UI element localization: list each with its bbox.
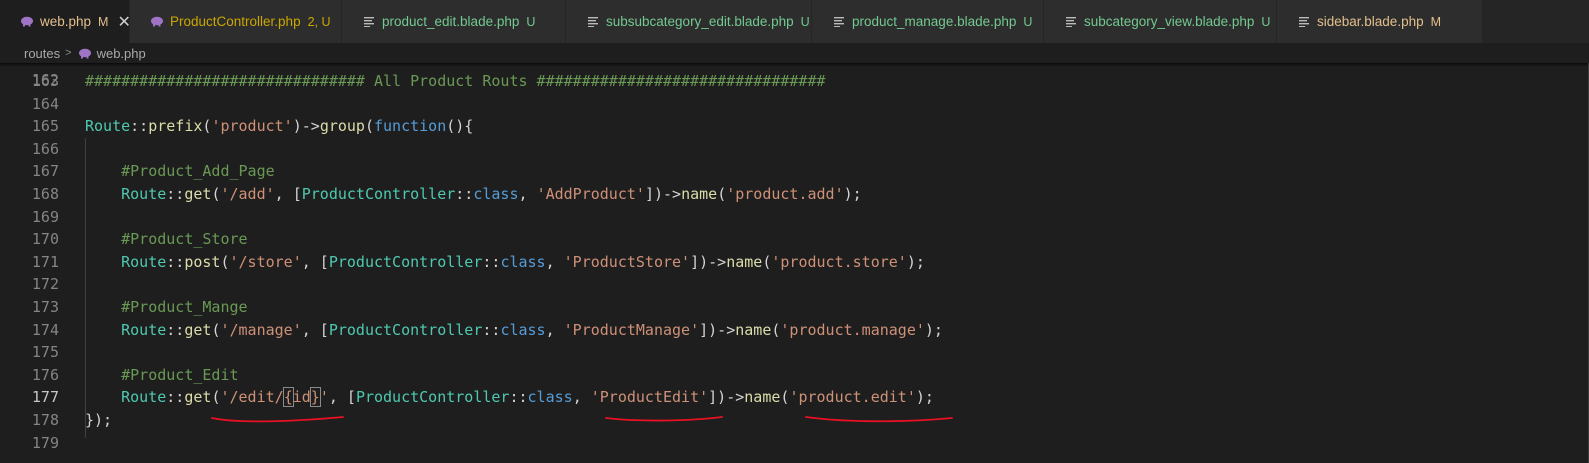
red-underline-mark xyxy=(211,416,344,423)
red-underline-mark xyxy=(805,416,953,423)
red-underline-annotations xyxy=(211,416,953,423)
red-underline-mark xyxy=(605,416,723,422)
